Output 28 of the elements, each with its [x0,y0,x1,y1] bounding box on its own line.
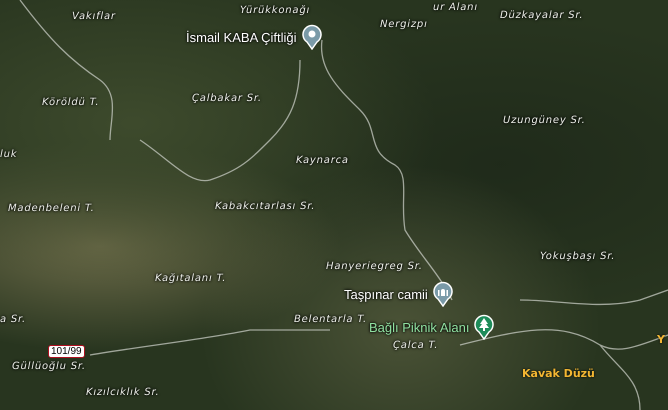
place-name-label: Güllüoğlu Sr. [12,361,86,372]
place-name-label: Düzkayalar Sr. [500,10,584,21]
place-name-label: Kağıtalanı T. [155,273,226,284]
place-marker-label[interactable]: Bağlı Piknik Alanı [369,320,470,334]
place-name-label: Yokuşbaşı Sr. [540,251,616,262]
place-name-label: Kızılcıklık Sr. [86,387,160,398]
map-pin-icon[interactable] [300,24,323,50]
place-marker-label[interactable]: İsmail KABA Çiftliği [186,30,297,44]
place-name-label: ur Alanı [433,2,478,13]
place-name-label: Belentarla T. [294,314,368,325]
mosque-icon[interactable] [432,281,454,307]
place-name-label: Kaynarca [296,155,349,166]
place-name-label: Hanyeriegreg Sr. [326,261,423,272]
locality-label: Kavak Düzü [522,367,595,380]
road-number-sign: 101/99 [48,345,85,358]
place-name-label: Çalbakar Sr. [192,93,262,104]
place-name-label: Çalca T. [393,340,438,351]
place-name-label: Kabakcıtarlası Sr. [215,201,316,212]
place-name-label: Köröldü T. [42,97,100,108]
place-name-label: Uzungüney Sr. [503,115,586,126]
place-name-label: Yürükkonağı [240,5,310,16]
tree-icon[interactable] [473,314,496,340]
place-name-label: a Sr. [0,314,26,325]
place-name-label: Madenbeleni T. [8,203,95,214]
place-name-label: Nergizpı [380,19,428,30]
place-marker-label[interactable]: Taşpınar camii [344,286,428,302]
place-name-label: luk [0,149,18,160]
place-name-label: Vakıflar [72,11,116,22]
